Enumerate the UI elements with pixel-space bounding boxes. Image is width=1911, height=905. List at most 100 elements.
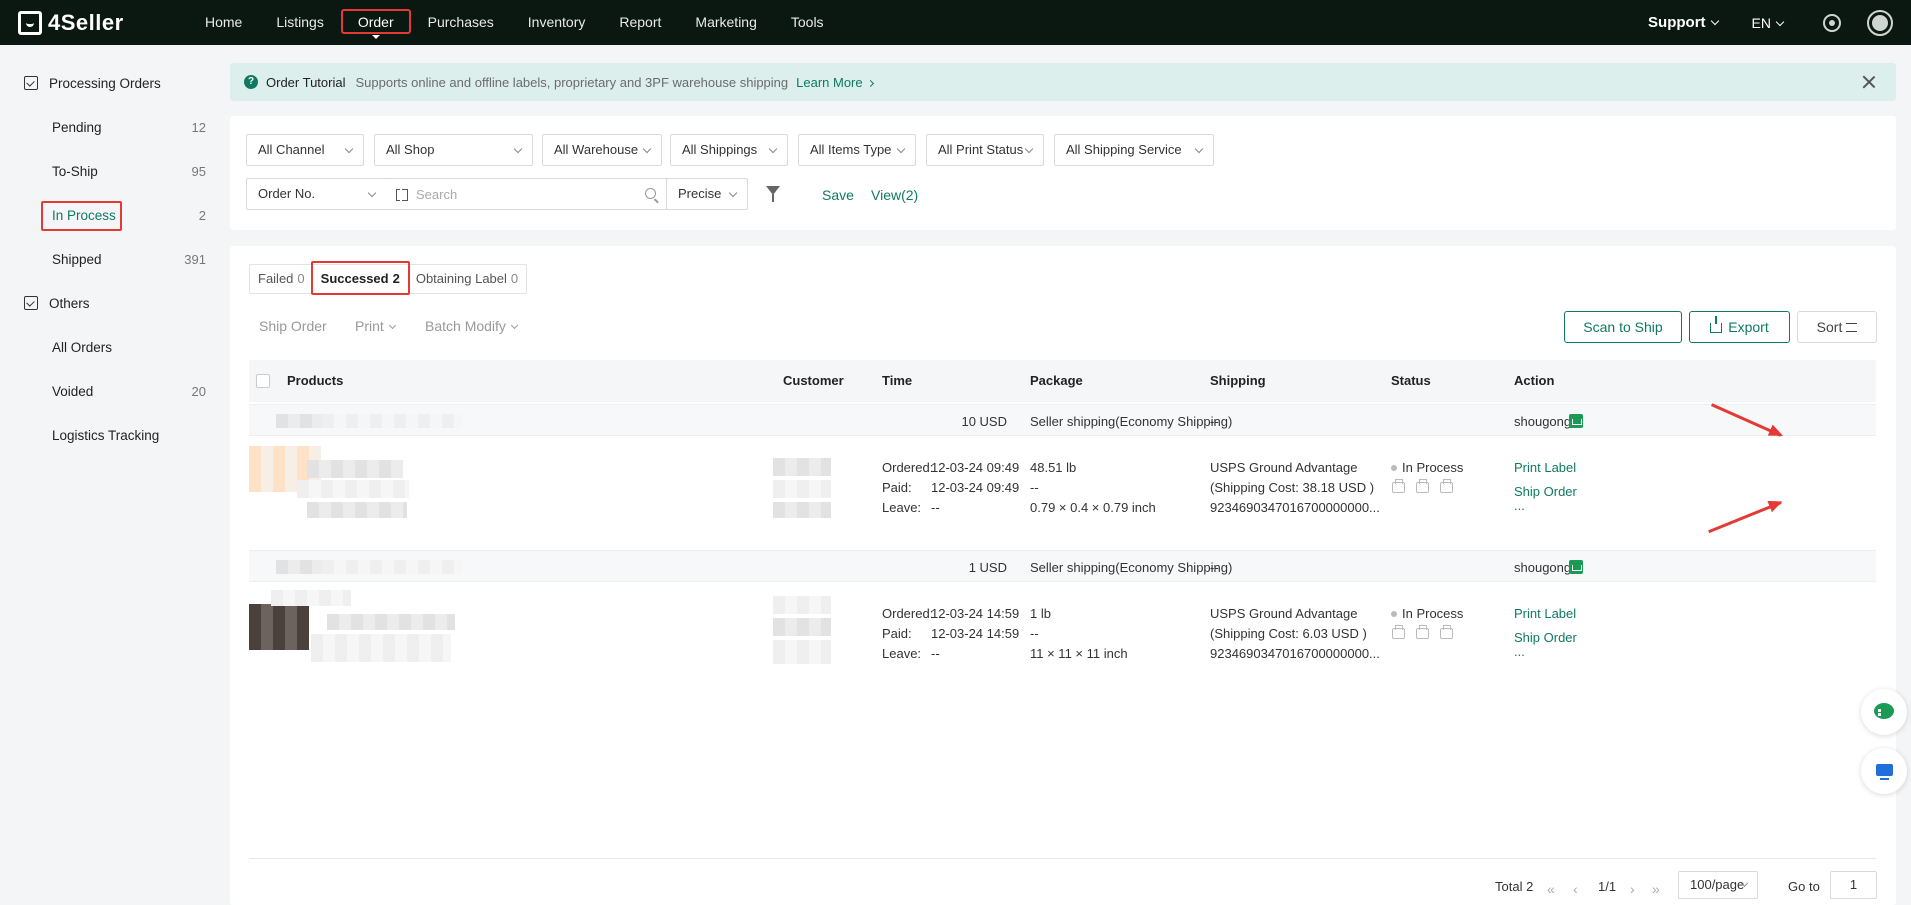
- prev-page-icon[interactable]: ‹: [1573, 881, 1578, 897]
- col-customer: Customer: [783, 373, 844, 388]
- carrier-service: USPS Ground Advantage: [1210, 606, 1358, 621]
- export-button[interactable]: Export: [1689, 311, 1790, 343]
- page-size-select[interactable]: 100/page: [1678, 871, 1758, 899]
- print-status-select[interactable]: All Print Status: [926, 134, 1044, 166]
- first-page-icon[interactable]: «: [1547, 881, 1555, 897]
- status-label: In Process: [1402, 606, 1464, 621]
- chat-support-button[interactable]: [1861, 689, 1907, 735]
- scan-to-ship-button[interactable]: Scan to Ship: [1564, 311, 1682, 343]
- tab-count: 0: [297, 271, 305, 286]
- status-label: In Process: [1402, 460, 1464, 475]
- printer-icon[interactable]: [1440, 479, 1453, 493]
- printer-icon[interactable]: [1392, 625, 1405, 639]
- table-row[interactable]: Ordered: 12-03-24 09:49 Paid: 12-03-24 0…: [249, 438, 1876, 550]
- highlight-box: [41, 201, 122, 231]
- search-icon[interactable]: [645, 188, 656, 199]
- logo[interactable]: 4Seller: [18, 10, 188, 36]
- goto-page-input[interactable]: 1: [1830, 871, 1877, 899]
- sidebar-item-count: 391: [184, 251, 206, 267]
- sidebar-item-to-ship[interactable]: To-Ship 95: [0, 149, 217, 193]
- clipboard-check-icon: [24, 296, 38, 310]
- status-dot-icon: [1391, 465, 1397, 471]
- chevron-down-icon: [388, 321, 396, 330]
- paid-label: Paid:: [882, 626, 912, 641]
- shippings-select[interactable]: All Shippings: [670, 134, 788, 166]
- batch-modify-menu[interactable]: Batch Modify: [425, 318, 518, 334]
- tracking-number[interactable]: 9234690347016700000000...: [1210, 500, 1380, 515]
- print-menu[interactable]: Print: [355, 318, 396, 334]
- scan-icon[interactable]: [396, 188, 408, 201]
- close-icon[interactable]: [1862, 75, 1876, 89]
- gear-icon[interactable]: [1823, 13, 1841, 32]
- table-row[interactable]: Ordered: 12-03-24 14:59 Paid: 12-03-24 1…: [249, 584, 1876, 696]
- nav-home[interactable]: Home: [188, 0, 259, 45]
- question-icon: ?: [244, 75, 258, 89]
- chevron-down-icon: [510, 321, 518, 330]
- order-id-redacted: [276, 414, 322, 428]
- tab-successed[interactable]: Successed 2: [310, 261, 410, 295]
- nav-inventory[interactable]: Inventory: [511, 0, 603, 45]
- more-actions-button[interactable]: ...: [1514, 644, 1525, 659]
- support-menu[interactable]: Support: [1648, 14, 1719, 31]
- screen-share-button[interactable]: [1861, 748, 1907, 794]
- sort-button[interactable]: Sort: [1797, 311, 1877, 343]
- ship-order-button[interactable]: Ship Order: [1514, 630, 1577, 645]
- product-sku-redacted: [297, 480, 409, 498]
- printer-icon[interactable]: [1392, 479, 1405, 493]
- avatar[interactable]: [1867, 9, 1893, 36]
- nav-marketing[interactable]: Marketing: [678, 0, 773, 45]
- next-page-icon[interactable]: ›: [1630, 881, 1635, 897]
- save-view-button[interactable]: Save: [822, 187, 854, 203]
- tab-obtaining-label[interactable]: Obtaining Label 0: [408, 265, 526, 293]
- package-dimensions: 0.79 × 0.4 × 0.79 inch: [1030, 500, 1156, 515]
- sidebar-item-shipped[interactable]: Shipped 391: [0, 237, 217, 281]
- sidebar-item-voided[interactable]: Voided 20: [0, 369, 217, 413]
- col-package: Package: [1030, 373, 1083, 388]
- chevron-down-icon: [367, 188, 377, 198]
- customer-redacted: [773, 596, 831, 614]
- sidebar-group-others[interactable]: Others: [0, 281, 217, 325]
- print-label-button[interactable]: Print Label: [1514, 460, 1576, 475]
- printer-icon[interactable]: [1416, 479, 1429, 493]
- sort-label: Sort: [1816, 319, 1843, 335]
- last-page-icon[interactable]: »: [1652, 881, 1660, 897]
- sidebar-group-processing[interactable]: Processing Orders: [0, 61, 217, 105]
- nav-listings[interactable]: Listings: [259, 0, 340, 45]
- order-no-select[interactable]: Order No.: [246, 178, 387, 210]
- select-all-checkbox[interactable]: [256, 374, 270, 388]
- sidebar-item-label: Voided: [52, 383, 94, 399]
- shop-select[interactable]: All Shop: [374, 134, 533, 166]
- nav-tools[interactable]: Tools: [774, 0, 841, 45]
- tab-failed[interactable]: Failed 0: [250, 265, 313, 293]
- print-label-button[interactable]: Print Label: [1514, 606, 1576, 621]
- sidebar-item-in-process[interactable]: In Process 2: [0, 193, 217, 237]
- precise-select[interactable]: Precise: [666, 178, 748, 210]
- order-header-row: 1 USD Seller shipping(Economy Shipping) …: [249, 550, 1876, 582]
- ship-order-batch-button[interactable]: Ship Order: [259, 318, 327, 334]
- filter-funnel-icon[interactable]: [766, 186, 780, 202]
- learn-more-link[interactable]: Learn More: [796, 75, 874, 90]
- sidebar-item-label: To-Ship: [52, 163, 98, 179]
- col-time: Time: [882, 373, 913, 388]
- printer-icon[interactable]: [1416, 625, 1429, 639]
- ship-order-button[interactable]: Ship Order: [1514, 484, 1577, 499]
- more-actions-button[interactable]: ...: [1514, 498, 1525, 513]
- language-menu[interactable]: EN: [1752, 15, 1785, 31]
- printer-icon[interactable]: [1440, 625, 1453, 639]
- sidebar-item-pending[interactable]: Pending 12: [0, 105, 217, 149]
- nav-purchases[interactable]: Purchases: [411, 0, 511, 45]
- shipping-info: --: [1210, 414, 1219, 429]
- channel-select[interactable]: All Channel: [246, 134, 364, 166]
- warehouse-select[interactable]: All Warehouse: [542, 134, 662, 166]
- shipping-service-select[interactable]: All Shipping Service: [1054, 134, 1214, 166]
- items-type-select[interactable]: All Items Type: [798, 134, 916, 166]
- nav-report[interactable]: Report: [602, 0, 678, 45]
- view-button[interactable]: View(2): [871, 187, 918, 203]
- search-input[interactable]: [416, 179, 626, 209]
- chevron-down-icon: [1024, 144, 1034, 154]
- sidebar-item-count: 12: [191, 119, 206, 135]
- sidebar-item-logistics-tracking[interactable]: Logistics Tracking: [0, 413, 217, 457]
- sidebar-item-all-orders[interactable]: All Orders: [0, 325, 217, 369]
- nav-order[interactable]: Order: [340, 0, 411, 45]
- tracking-number[interactable]: 9234690347016700000000...: [1210, 646, 1380, 661]
